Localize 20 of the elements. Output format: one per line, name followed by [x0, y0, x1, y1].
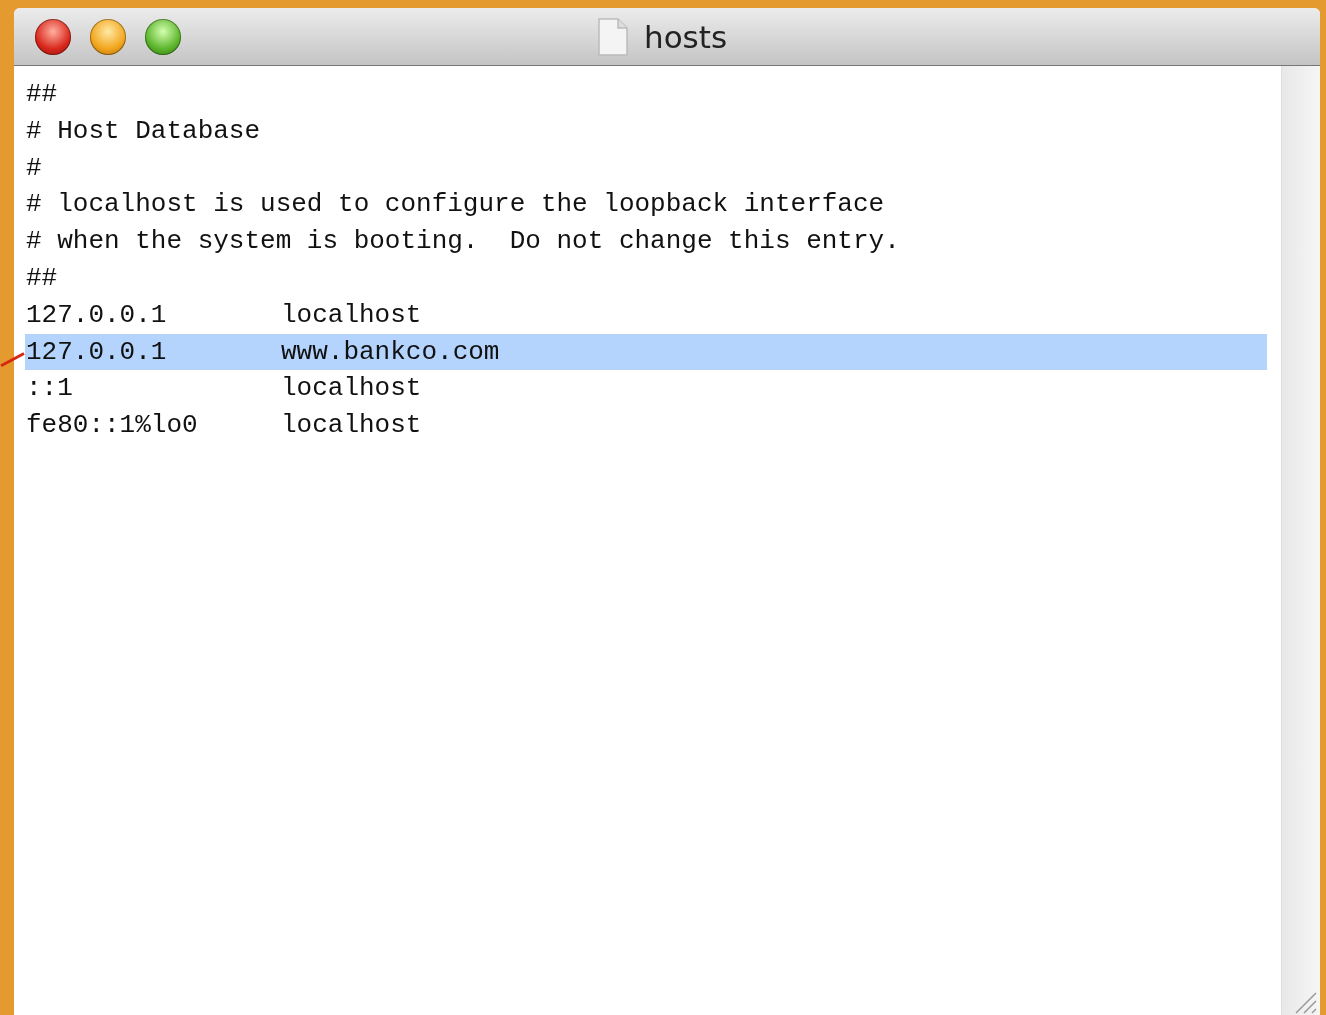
close-button[interactable] [35, 18, 71, 55]
window-title: hosts [644, 19, 728, 55]
hostname: localhost [281, 298, 422, 332]
hostname: www.bankco.com [281, 335, 500, 369]
ip-address: fe80::1%lo0 [26, 409, 199, 443]
minimize-button[interactable] [90, 18, 126, 55]
ip-address: 127.0.0.1 [26, 298, 168, 332]
text-line: # when the system is booting. Do not change this entry. [25, 225, 901, 259]
text-line: ## [25, 78, 59, 111]
text-line: # localhost is used to configure the loopback interface [25, 188, 886, 222]
hostname: localhost [281, 372, 422, 406]
text-line: ## [25, 262, 59, 295]
zoom-button[interactable] [145, 18, 181, 55]
ip-address: 127.0.0.1 [26, 335, 168, 369]
hostname: localhost [281, 409, 422, 443]
document-icon [598, 18, 628, 56]
text-line: # [25, 151, 43, 185]
text-line: # Host Database [25, 114, 262, 148]
ip-address: ::1 [26, 372, 74, 406]
scrollbar-track[interactable] [1281, 66, 1320, 1015]
